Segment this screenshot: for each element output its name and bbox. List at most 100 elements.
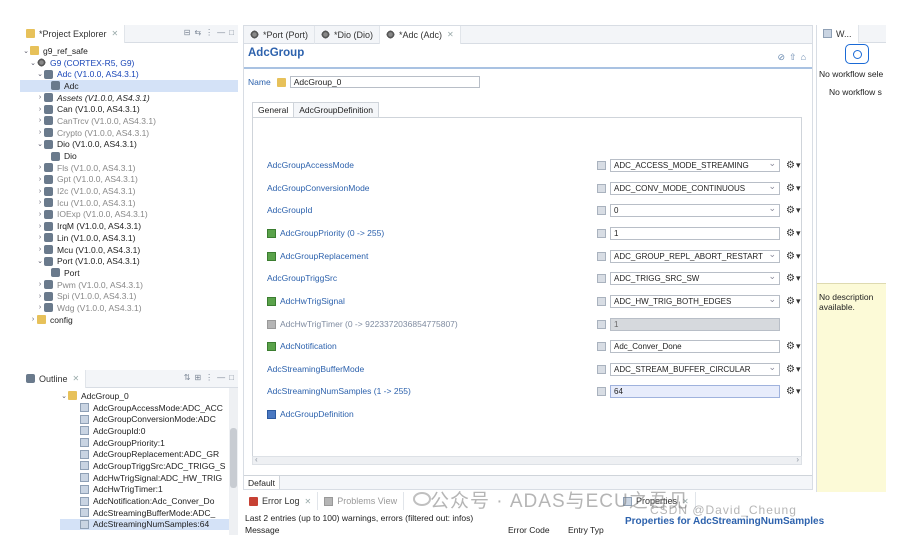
value-input[interactable]: 64: [610, 384, 780, 398]
value-dropdown[interactable]: 0: [610, 203, 780, 217]
tab-workflow[interactable]: W...: [817, 25, 859, 43]
expand-toggle-icon[interactable]: ›: [36, 117, 44, 124]
outline-item[interactable]: AdcHwTrigTimer:1: [60, 484, 238, 496]
outline-item[interactable]: AdcGroupId:0: [60, 425, 238, 437]
expand-toggle-icon[interactable]: ⌄: [36, 140, 44, 148]
value-dropdown[interactable]: ADC_ACCESS_MODE_STREAMING: [610, 158, 780, 172]
camera-icon[interactable]: [845, 44, 869, 64]
close-icon[interactable]: ✕: [447, 30, 454, 39]
tree-item[interactable]: › Spi (V1.0.0, AS4.3.1): [20, 290, 238, 302]
parameter-options-button[interactable]: ⚙ ▾: [786, 160, 801, 171]
tree-item[interactable]: › Icu (V1.0.0, AS4.3.1): [20, 197, 238, 209]
scroll-right-icon[interactable]: ›: [796, 455, 799, 464]
expand-toggle-icon[interactable]: ›: [36, 164, 44, 171]
value-dropdown[interactable]: ADC_STREAM_BUFFER_CIRCULAR: [610, 362, 780, 376]
scroll-thumb[interactable]: [230, 428, 237, 488]
maximize-icon[interactable]: □: [229, 28, 234, 37]
collapse-all-icon[interactable]: ⊟: [184, 28, 191, 37]
expand-toggle-icon[interactable]: ⌄: [60, 392, 68, 400]
outline-item[interactable]: AdcStreamingNumSamples:64: [60, 518, 238, 531]
expand-toggle-icon[interactable]: ›: [36, 199, 44, 206]
expand-toggle-icon[interactable]: ›: [36, 223, 44, 230]
expand-toggle-icon[interactable]: ⌄: [36, 257, 44, 265]
column-entry-type[interactable]: Entry Typ: [568, 525, 604, 535]
close-icon[interactable]: ✕: [73, 374, 80, 383]
tree-item[interactable]: Adc: [20, 80, 238, 92]
outline-item[interactable]: AdcHwTrigSignal:ADC_HW_TRIG: [60, 472, 238, 484]
outline-item[interactable]: AdcGroupPriority:1: [60, 437, 238, 449]
calculation-icon[interactable]: [597, 319, 606, 329]
navigate-up-icon[interactable]: ⇧: [789, 52, 797, 63]
close-icon[interactable]: ✕: [112, 29, 119, 38]
tab-error-log[interactable]: Error Log ✕: [243, 492, 319, 510]
calculation-icon[interactable]: [597, 386, 606, 396]
tree-item[interactable]: › Can (V1.0.0, AS4.3.1): [20, 103, 238, 115]
expand-toggle-icon[interactable]: ›: [36, 304, 44, 311]
name-input[interactable]: AdcGroup_0: [289, 76, 480, 88]
expand-toggle-icon[interactable]: ›: [36, 106, 44, 113]
parameter-options-button[interactable]: ⚙ ▾: [786, 251, 801, 262]
value-dropdown[interactable]: ADC_CONV_MODE_CONTINUOUS: [610, 181, 780, 195]
value-input[interactable]: Adc_Conver_Done: [610, 339, 780, 353]
maximize-icon[interactable]: □: [229, 373, 234, 382]
expand-toggle-icon[interactable]: ›: [36, 281, 44, 288]
expand-toggle-icon[interactable]: ›: [29, 316, 37, 323]
outline-item[interactable]: AdcGroupAccessMode:ADC_ACC: [60, 402, 238, 414]
column-error-code[interactable]: Error Code: [508, 525, 550, 535]
expand-toggle-icon[interactable]: ⌄: [36, 70, 44, 78]
parameter-options-button[interactable]: ⚙ ▾: [786, 386, 801, 397]
calculation-icon[interactable]: [597, 183, 606, 193]
calculation-icon[interactable]: [597, 228, 606, 238]
expand-toggle-icon[interactable]: ›: [36, 293, 44, 300]
tab-problems-view[interactable]: Problems View: [318, 492, 405, 510]
tree-item[interactable]: › CanTrcv (V1.0.0, AS4.3.1): [20, 115, 238, 127]
expand-toggle-icon[interactable]: ⌄: [29, 59, 37, 67]
outline-item[interactable]: AdcNotification:Adc_Conver_Do: [60, 495, 238, 507]
parameter-options-button[interactable]: ⚙ ▾: [786, 183, 801, 194]
tree-item[interactable]: › Wdg (V1.0.0, AS4.3.1): [20, 302, 238, 314]
tree-item[interactable]: ⌄ G9 (CORTEX-R5, G9): [20, 57, 238, 69]
tree-item[interactable]: Dio: [20, 150, 238, 162]
parameter-options-button[interactable]: ⚙ ▾: [786, 273, 801, 284]
parameter-options-button[interactable]: ⚙ ▾: [786, 341, 801, 352]
calculation-icon[interactable]: [597, 296, 606, 306]
calculation-icon[interactable]: [597, 160, 606, 170]
tab-default[interactable]: Default: [244, 476, 280, 489]
tree-item[interactable]: › IrqM (V1.0.0, AS4.3.1): [20, 220, 238, 232]
expand-toggle-icon[interactable]: ›: [36, 246, 44, 253]
value-dropdown[interactable]: ADC_GROUP_REPL_ABORT_RESTART: [610, 249, 780, 263]
tab-adcgroupdefinition[interactable]: AdcGroupDefinition: [293, 102, 379, 117]
expand-toggle-icon[interactable]: ›: [36, 188, 44, 195]
parameter-options-button[interactable]: ⚙ ▾: [786, 296, 801, 307]
minimize-icon[interactable]: —: [217, 28, 225, 37]
expand-toggle-icon[interactable]: ›: [36, 129, 44, 136]
tree-item[interactable]: ⌄ Port (V1.0.0, AS4.3.1): [20, 255, 238, 267]
tab-project-explorer[interactable]: *Project Explorer ✕: [20, 25, 126, 43]
horizontal-scrollbar[interactable]: ‹ ›: [252, 455, 802, 465]
expand-toggle-icon[interactable]: ›: [36, 211, 44, 218]
outline-item[interactable]: AdcGroupTriggSrc:ADC_TRIGG_S: [60, 460, 238, 472]
minimize-icon[interactable]: —: [217, 373, 225, 382]
tree-item[interactable]: › Mcu (V1.0.0, AS4.3.1): [20, 244, 238, 256]
tree-item[interactable]: › Assets (V1.0.0, AS4.3.1): [20, 92, 238, 104]
scroll-left-icon[interactable]: ‹: [255, 455, 258, 464]
close-icon[interactable]: ✕: [305, 497, 312, 506]
editor-tab[interactable]: *Adc (Adc) ✕: [380, 26, 461, 44]
tab-general[interactable]: General: [252, 102, 295, 117]
outline-item[interactable]: AdcGroupReplacement:ADC_GR: [60, 448, 238, 460]
parameter-options-button[interactable]: ⚙ ▾: [786, 364, 801, 375]
view-menu-icon[interactable]: ⋮: [205, 28, 213, 37]
editor-tab[interactable]: *Dio (Dio): [315, 26, 381, 44]
outline-item[interactable]: AdcStreamingBufferMode:ADC_: [60, 507, 238, 519]
expand-toggle-icon[interactable]: ⌄: [22, 47, 30, 55]
calculation-icon[interactable]: [597, 273, 606, 283]
validate-icon[interactable]: ⊘: [777, 52, 785, 63]
calculation-icon[interactable]: [597, 341, 606, 351]
tree-item[interactable]: › Fls (V1.0.0, AS4.3.1): [20, 162, 238, 174]
tree-item[interactable]: ⌄ Adc (V1.0.0, AS4.3.1): [20, 68, 238, 80]
tree-item[interactable]: › I2c (V1.0.0, AS4.3.1): [20, 185, 238, 197]
tree-item[interactable]: › config: [20, 314, 238, 326]
tree-item[interactable]: › IOExp (V1.0.0, AS4.3.1): [20, 209, 238, 221]
outline-scrollbar[interactable]: [229, 388, 238, 535]
tree-item[interactable]: › Gpt (V1.0.0, AS4.3.1): [20, 174, 238, 186]
